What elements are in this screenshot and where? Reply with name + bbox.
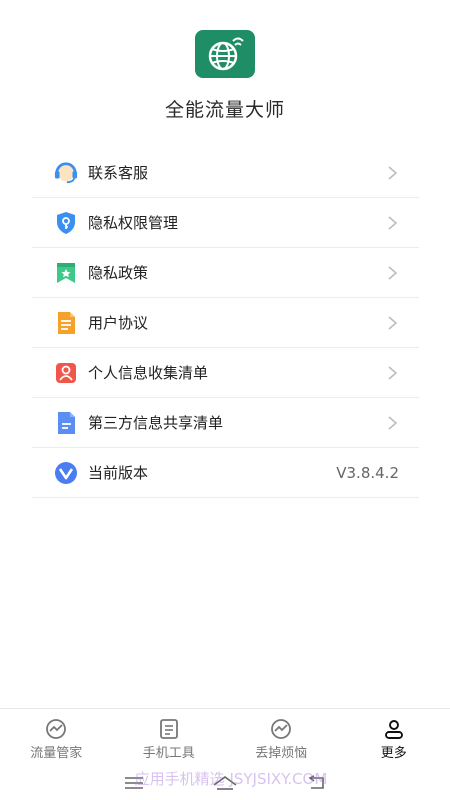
menu-item-user-agreement[interactable]: 用户协议	[32, 298, 419, 348]
app-logo	[195, 30, 255, 78]
settings-menu: 联系客服 隐私权限管理 隐私政策 用户协议 个人信息收集清单 第三方信息共享清单…	[32, 148, 419, 498]
home-icon[interactable]	[212, 775, 238, 791]
app-header: 全能流量大师	[0, 0, 450, 135]
menu-icon[interactable]	[123, 775, 145, 791]
globe-wifi-icon	[208, 37, 244, 71]
chevron-right-icon	[388, 166, 398, 180]
menu-item-privacy-policy[interactable]: 隐私政策	[32, 248, 419, 298]
tab-phone-tools[interactable]: 手机工具	[113, 709, 226, 766]
menu-item-personal-info-list[interactable]: 个人信息收集清单	[32, 348, 419, 398]
menu-item-label: 隐私权限管理	[88, 214, 179, 232]
menu-item-third-party-sharing[interactable]: 第三方信息共享清单	[32, 398, 419, 448]
menu-item-contact-support[interactable]: 联系客服	[32, 148, 419, 198]
tab-label: 更多	[380, 746, 407, 761]
menu-item-label: 用户协议	[88, 314, 149, 332]
list-icon	[159, 719, 178, 739]
menu-item-privacy-permissions[interactable]: 隐私权限管理	[32, 198, 419, 248]
menu-item-label: 联系客服	[88, 164, 149, 182]
chevron-right-icon	[388, 266, 398, 280]
chevron-right-icon	[388, 216, 398, 230]
bookmark-star-icon	[54, 261, 78, 285]
chevron-right-icon	[388, 416, 398, 430]
tab-label: 流量管家	[30, 746, 83, 761]
user-icon	[384, 720, 403, 739]
v-badge-icon	[54, 461, 78, 485]
chevron-right-icon	[388, 366, 398, 380]
document-icon	[54, 311, 78, 335]
tab-traffic-manager[interactable]: 流量管家	[0, 709, 113, 766]
menu-item-label: 个人信息收集清单	[88, 364, 209, 382]
app-name: 全能流量大师	[164, 99, 285, 121]
file-icon	[54, 411, 78, 435]
tab-lose-worries[interactable]: 丢掉烦恼	[225, 709, 338, 766]
headset-icon	[54, 161, 78, 185]
tab-label: 丢掉烦恼	[255, 746, 308, 761]
back-icon[interactable]	[305, 775, 327, 791]
version-value: V3.8.4.2	[336, 463, 399, 482]
chart-circle-icon	[271, 719, 292, 739]
menu-item-label: 隐私政策	[88, 264, 149, 282]
tab-label: 手机工具	[142, 746, 195, 761]
tab-more[interactable]: 更多	[338, 709, 450, 766]
menu-item-label: 当前版本	[88, 464, 149, 482]
bottom-tab-bar: 流量管家 手机工具 丢掉烦恼 更多	[0, 708, 450, 766]
menu-item-label: 第三方信息共享清单	[88, 414, 224, 432]
chart-circle-icon	[46, 719, 67, 739]
shield-key-icon	[54, 211, 78, 235]
chevron-right-icon	[388, 316, 398, 330]
system-nav-bar	[0, 766, 450, 800]
menu-item-current-version: 当前版本 V3.8.4.2	[32, 448, 419, 498]
person-icon	[54, 361, 78, 385]
